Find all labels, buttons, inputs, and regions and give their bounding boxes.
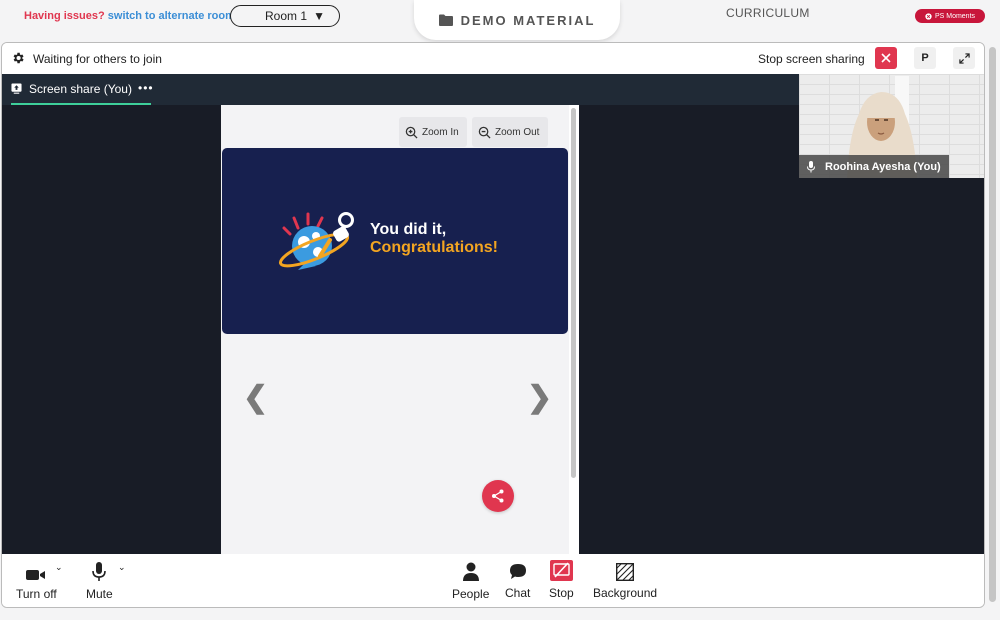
issues-notice: Having issues? switch to alternate room [24, 10, 235, 22]
zoom-in-button[interactable]: Zoom In [399, 117, 467, 147]
self-video-tile[interactable]: Roohina Ayesha (You) [799, 74, 984, 178]
folder-icon [438, 14, 453, 26]
mic-options-chevron-icon[interactable]: ⌄ [118, 562, 126, 573]
screen-share-icon [11, 83, 22, 94]
issues-text: Having issues? [24, 10, 105, 22]
people-button[interactable]: People [452, 562, 489, 601]
chat-label: Chat [505, 586, 531, 600]
planet-astronaut-logo [278, 212, 354, 270]
tab-screen-share-label: Screen share (You) [29, 81, 132, 96]
stop-sharing-label: Stop screen sharing [758, 52, 865, 66]
shared-screen-scrollbar[interactable] [569, 105, 579, 554]
caret-down-icon: ▼ [313, 9, 325, 23]
background-label: Background [593, 586, 658, 600]
top-bar: Having issues? switch to alternate room … [0, 0, 1000, 42]
people-label: People [452, 587, 490, 601]
switch-room-link[interactable]: switch to alternate room [108, 10, 235, 22]
video-camera-icon [26, 570, 46, 580]
person-icon [462, 562, 479, 581]
page-scrollbar[interactable] [986, 42, 1000, 608]
slide-heading-line2: Congratulations! [370, 239, 498, 256]
expand-button[interactable] [953, 47, 975, 69]
control-bar: Turn off ⌄ Mute ⌄ People Chat Stop Backg… [2, 554, 984, 607]
mute-button[interactable]: Mute ⌄ [86, 562, 126, 601]
zoom-out-label: Zoom Out [495, 126, 540, 138]
curriculum-link[interactable]: CURRICULUM [726, 6, 810, 20]
share-icon [492, 489, 504, 503]
room-select-value: Room 1 [265, 9, 308, 23]
ps-moments-label: PS Moments [934, 12, 976, 20]
page-scroll-thumb[interactable] [989, 47, 996, 602]
prev-slide-button[interactable]: ❮ [243, 380, 268, 415]
stop-label: Stop [549, 586, 574, 600]
p-button[interactable]: P [914, 47, 936, 69]
meeting-status: Waiting for others to join [33, 52, 162, 66]
next-slide-button[interactable]: ❯ [527, 380, 552, 415]
window-header: Waiting for others to join Stop screen s… [2, 43, 984, 74]
share-button[interactable] [482, 480, 514, 512]
stop-share-icon [549, 560, 573, 581]
chat-button[interactable]: Chat [505, 562, 530, 600]
camera-button[interactable]: Turn off ⌄ [16, 562, 63, 601]
shared-screen: Zoom In Zoom Out You did it, Congratulat… [221, 105, 579, 554]
mute-label: Mute [86, 587, 113, 601]
zoom-out-icon [478, 126, 491, 139]
demo-material-button[interactable]: DEMO MATERIAL [414, 0, 620, 40]
stop-sharing-button[interactable] [875, 47, 897, 69]
zoom-in-icon [405, 126, 418, 139]
video-stage: Screen share (You) ••• Zoom In Zoom Out [2, 74, 984, 554]
tab-bar: Screen share (You) ••• [2, 74, 799, 105]
meeting-window: Waiting for others to join Stop screen s… [1, 42, 985, 608]
chat-bubble-icon [509, 564, 526, 579]
microphone-icon [92, 562, 107, 581]
self-name: Roohina Ayesha (You) [825, 160, 941, 173]
congratulations-slide: You did it, Congratulations! [222, 148, 568, 334]
ps-moments-badge[interactable]: PS Moments [915, 9, 985, 23]
microphone-icon [807, 160, 815, 172]
camera-label: Turn off [16, 587, 57, 601]
close-icon [881, 53, 891, 63]
background-icon [616, 563, 635, 581]
close-circle-icon [925, 12, 932, 20]
zoom-out-button[interactable]: Zoom Out [472, 117, 548, 147]
tab-screen-share[interactable]: Screen share (You) ••• [11, 74, 154, 105]
slide-heading-line1: You did it, [370, 221, 447, 238]
camera-options-chevron-icon[interactable]: ⌄ [55, 562, 63, 573]
demo-material-label: DEMO MATERIAL [460, 12, 596, 28]
background-button[interactable]: Background [593, 562, 657, 600]
expand-icon [958, 52, 970, 64]
stop-share-button[interactable]: Stop [549, 560, 574, 600]
gear-icon[interactable] [11, 51, 25, 65]
room-select[interactable]: Room 1 ▼ [230, 5, 340, 27]
more-options-icon[interactable]: ••• [138, 81, 154, 95]
shared-screen-scroll-thumb[interactable] [571, 108, 576, 478]
zoom-in-label: Zoom In [422, 126, 459, 138]
self-name-tag: Roohina Ayesha (You) [799, 155, 949, 178]
